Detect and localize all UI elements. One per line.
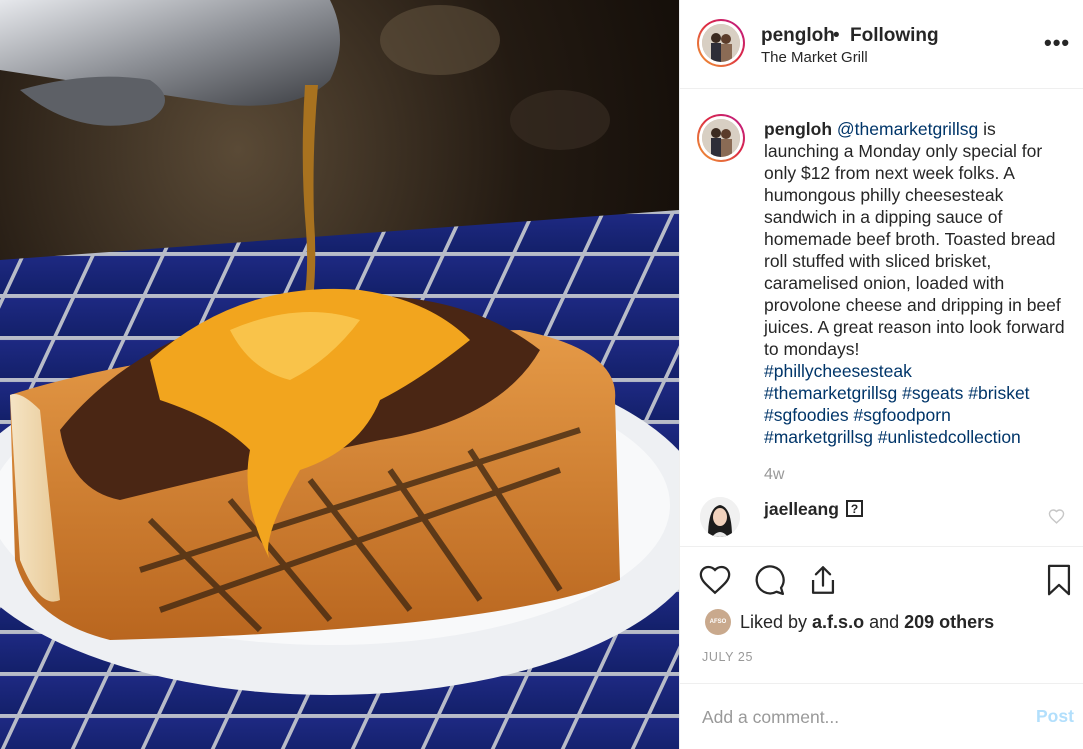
avatar-photo [702, 119, 740, 157]
caption-author[interactable]: pengloh [764, 119, 832, 139]
caption-text: is launching a Monday only special for o… [764, 119, 1065, 359]
post-header: pengloh • Following The Market Grill ••• [680, 0, 1083, 89]
commenter-avatar[interactable] [700, 497, 740, 537]
hashtag-line-4[interactable]: #marketgrillsg #unlistedcollection [764, 426, 1070, 448]
unknown-emoji-badge: ? [846, 500, 863, 517]
author-avatar[interactable] [697, 19, 745, 67]
hashtag-line-1[interactable]: #phillycheesesteak [764, 360, 1070, 382]
liker-avatar[interactable]: AFSO [705, 609, 731, 635]
avatar-photo [700, 497, 740, 537]
add-comment-input[interactable] [702, 705, 1012, 729]
share-icon[interactable] [806, 563, 840, 597]
commenter-username[interactable]: jaelleang [764, 499, 839, 520]
separator-dot: • [833, 25, 840, 46]
bookmark-icon[interactable] [1042, 563, 1076, 597]
caption-mention[interactable]: @themarketgrillsg [837, 119, 978, 139]
hashtag-line-2[interactable]: #themarketgrillsg #sgeats #brisket [764, 382, 1070, 404]
following-button[interactable]: Following [850, 25, 939, 47]
likes-summary: Liked by a.f.s.o and 209 others [740, 612, 994, 633]
cheesesteak-photo [0, 0, 679, 749]
comment-icon[interactable] [752, 563, 786, 597]
likes-others-link[interactable]: 209 others [904, 612, 994, 632]
post-date[interactable]: JULY 25 [702, 650, 753, 664]
location-link[interactable]: The Market Grill [761, 49, 868, 66]
liker-username[interactable]: a.f.s.o [812, 612, 864, 632]
likes-middle: and [864, 612, 905, 632]
likes-prefix: Liked by [740, 612, 813, 632]
more-options-icon[interactable]: ••• [1044, 30, 1070, 56]
hashtag-line-3[interactable]: #sgfoodies #sgfoodporn [764, 404, 1070, 426]
add-comment-bar: Post [680, 683, 1083, 749]
caption-author-avatar[interactable] [697, 114, 745, 162]
caption-age[interactable]: 4w [764, 466, 784, 484]
instagram-post: pengloh • Following The Market Grill ••• [0, 0, 1083, 749]
author-username[interactable]: pengloh [761, 25, 835, 47]
post-side-panel: pengloh • Following The Market Grill ••• [679, 0, 1083, 749]
avatar-photo [702, 24, 740, 62]
post-caption: pengloh @themarketgrillsg is launching a… [764, 118, 1070, 448]
post-photo[interactable] [0, 0, 679, 749]
comment-like-heart-icon[interactable] [1048, 508, 1065, 525]
heart-icon[interactable] [698, 563, 732, 597]
post-comment-button[interactable]: Post [1036, 706, 1074, 727]
